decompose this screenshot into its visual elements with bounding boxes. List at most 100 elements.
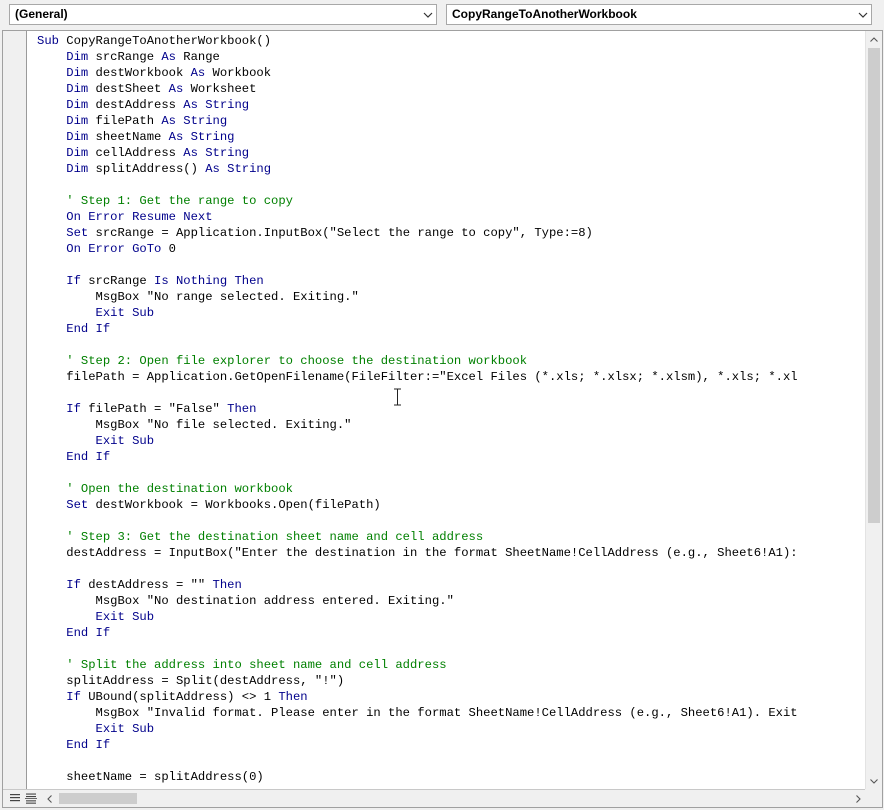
object-dropdown-value: (General) <box>15 7 68 21</box>
code-token: splitAddress() <box>95 162 206 176</box>
code-line[interactable]: ' Step 1: Get the range to copy <box>37 193 798 209</box>
code-line[interactable]: If filePath = "False" Then <box>37 401 798 417</box>
code-line[interactable]: ' Split the address into sheet name and … <box>37 657 798 673</box>
keyword-token: As <box>161 50 184 64</box>
code-line[interactable]: End If <box>37 449 798 465</box>
code-line[interactable]: End If <box>37 625 798 641</box>
code-line[interactable]: On Error GoTo 0 <box>37 241 798 257</box>
code-token: MsgBox "Invalid format. Please enter in … <box>37 706 798 720</box>
object-dropdown[interactable]: (General) <box>9 4 437 25</box>
keyword-token: Set <box>37 498 96 512</box>
code-line[interactable]: Exit Sub <box>37 721 798 737</box>
code-line[interactable]: Dim splitAddress() As String <box>37 161 798 177</box>
horizontal-scroll-thumb[interactable] <box>59 793 137 804</box>
scroll-down-icon[interactable] <box>866 773 882 789</box>
keyword-token: As <box>190 66 213 80</box>
code-line[interactable]: If UBound(splitAddress) <> 1 Then <box>37 689 798 705</box>
code-line[interactable]: MsgBox "Invalid format. Please enter in … <box>37 705 798 721</box>
comment-token: ' Step 1: Get the range to copy <box>37 194 293 208</box>
code-line[interactable]: Exit Sub <box>37 609 798 625</box>
code-line[interactable]: MsgBox "No destination address entered. … <box>37 593 798 609</box>
code-token: MsgBox "No range selected. Exiting." <box>37 290 359 304</box>
keyword-token: Then <box>227 402 257 416</box>
code-line[interactable]: Dim destWorkbook As Workbook <box>37 65 798 81</box>
code-line[interactable]: Set srcRange = Application.InputBox("Sel… <box>37 225 798 241</box>
code-line[interactable]: End If <box>37 737 798 753</box>
code-line[interactable] <box>37 641 798 657</box>
keyword-token: Is Nothing Then <box>154 274 264 288</box>
code-line[interactable]: filePath = Application.GetOpenFilename(F… <box>37 369 798 385</box>
code-line[interactable]: splitAddress = Split(destAddress, "!") <box>37 673 798 689</box>
code-line[interactable]: destAddress = InputBox("Enter the destin… <box>37 545 798 561</box>
keyword-token: As String <box>161 114 228 128</box>
keyword-token: Exit Sub <box>37 434 155 448</box>
code-line[interactable]: Dim filePath As String <box>37 113 798 129</box>
code-text[interactable]: Sub CopyRangeToAnotherWorkbook() Dim src… <box>37 33 798 785</box>
keyword-token: If <box>37 578 89 592</box>
chevron-down-icon[interactable] <box>854 5 871 24</box>
code-line[interactable]: Set destWorkbook = Workbooks.Open(filePa… <box>37 497 798 513</box>
vertical-scroll-thumb[interactable] <box>868 48 880 523</box>
code-editor[interactable]: Sub CopyRangeToAnotherWorkbook() Dim src… <box>28 31 866 789</box>
code-token: CopyRangeToAnotherWorkbook() <box>66 34 272 48</box>
code-token: Worksheet <box>190 82 257 96</box>
keyword-token: End If <box>37 738 111 752</box>
keyword-token: Dim <box>37 98 96 112</box>
code-line[interactable]: ' Step 3: Get the destination sheet name… <box>37 529 798 545</box>
scroll-left-icon[interactable] <box>41 790 57 807</box>
code-token: srcRange <box>88 274 155 288</box>
scrollbar-corner <box>865 789 882 807</box>
code-line[interactable] <box>37 753 798 769</box>
scroll-right-icon[interactable] <box>850 790 866 807</box>
keyword-token: Dim <box>37 146 96 160</box>
comment-token: ' Split the address into sheet name and … <box>37 658 447 672</box>
code-line[interactable] <box>37 465 798 481</box>
keyword-token: Dim <box>37 114 96 128</box>
horizontal-scrollbar[interactable] <box>41 790 866 807</box>
keyword-token: Then <box>278 690 308 704</box>
margin-indicator-bar[interactable] <box>3 31 27 789</box>
code-line[interactable]: Exit Sub <box>37 433 798 449</box>
code-line[interactable]: Dim destSheet As Worksheet <box>37 81 798 97</box>
code-line[interactable]: Dim srcRange As Range <box>37 49 798 65</box>
code-token: 0 <box>168 242 176 256</box>
code-token: destSheet <box>95 82 169 96</box>
code-token: filePath = Application.GetOpenFilename(F… <box>37 370 798 384</box>
code-window: Sub CopyRangeToAnotherWorkbook() Dim src… <box>2 30 883 808</box>
code-line[interactable] <box>37 513 798 529</box>
code-line[interactable] <box>37 385 798 401</box>
chevron-down-icon[interactable] <box>419 5 436 24</box>
keyword-token: As String <box>183 98 250 112</box>
code-line[interactable]: On Error Resume Next <box>37 209 798 225</box>
code-line[interactable]: MsgBox "No file selected. Exiting." <box>37 417 798 433</box>
code-line[interactable] <box>37 561 798 577</box>
code-line[interactable]: Dim sheetName As String <box>37 129 798 145</box>
code-line[interactable] <box>37 257 798 273</box>
procedure-view-icon[interactable] <box>7 791 23 806</box>
code-line[interactable]: Exit Sub <box>37 305 798 321</box>
code-line[interactable]: ' Open the destination workbook <box>37 481 798 497</box>
code-line[interactable]: End If <box>37 321 798 337</box>
code-line[interactable]: Sub CopyRangeToAnotherWorkbook() <box>37 33 798 49</box>
code-token: cellAddress <box>95 146 184 160</box>
keyword-token: If <box>37 402 89 416</box>
code-line[interactable]: MsgBox "No range selected. Exiting." <box>37 289 798 305</box>
code-line[interactable]: If srcRange Is Nothing Then <box>37 273 798 289</box>
code-line[interactable]: ' Step 2: Open file explorer to choose t… <box>37 353 798 369</box>
code-token: filePath = "False" <box>88 402 228 416</box>
code-line[interactable]: If destAddress = "" Then <box>37 577 798 593</box>
keyword-token: Dim <box>37 82 96 96</box>
code-line[interactable]: sheetName = splitAddress(0) <box>37 769 798 785</box>
code-token: Range <box>183 50 220 64</box>
procedure-dropdown[interactable]: CopyRangeToAnotherWorkbook <box>446 4 872 25</box>
code-line[interactable] <box>37 337 798 353</box>
code-token: destAddress = InputBox("Enter the destin… <box>37 546 798 560</box>
code-token: srcRange <box>95 50 162 64</box>
vertical-scrollbar[interactable] <box>865 31 882 789</box>
scroll-up-icon[interactable] <box>866 31 882 47</box>
code-line[interactable]: Dim destAddress As String <box>37 97 798 113</box>
code-token: splitAddress = Split(destAddress, "!") <box>37 674 345 688</box>
code-line[interactable]: Dim cellAddress As String <box>37 145 798 161</box>
code-line[interactable] <box>37 177 798 193</box>
full-module-view-icon[interactable] <box>23 791 39 806</box>
